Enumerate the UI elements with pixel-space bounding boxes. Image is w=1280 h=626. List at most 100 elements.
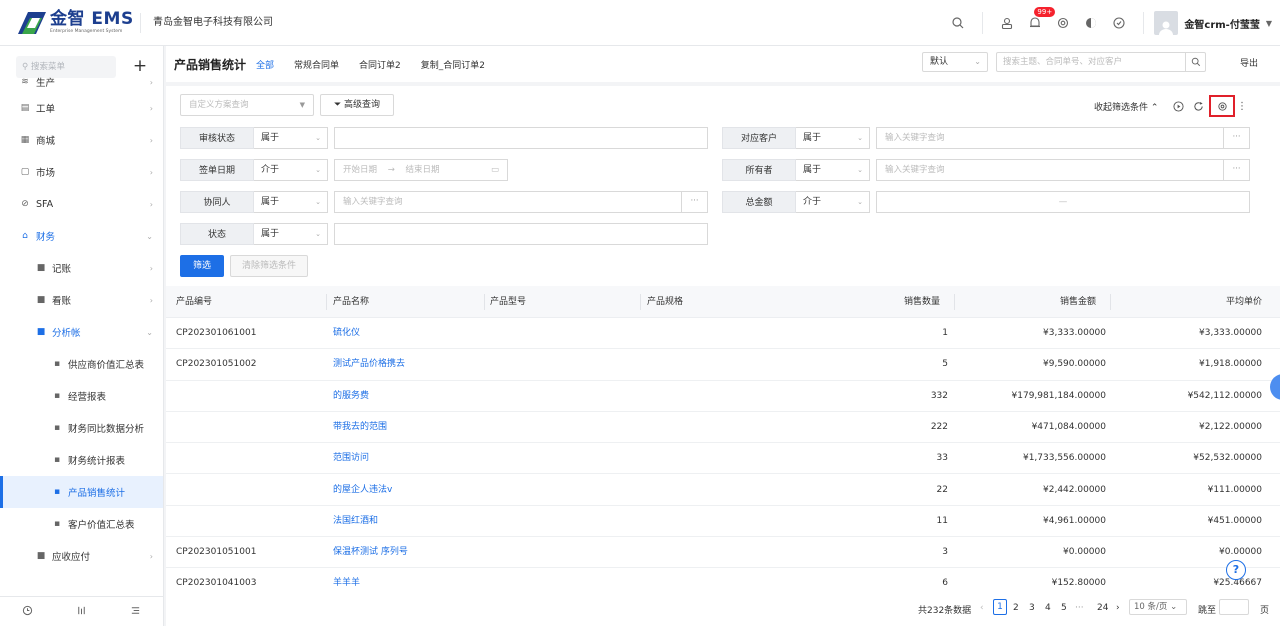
page-button-current[interactable]: 1	[993, 599, 1007, 615]
page-button[interactable]: 4	[1045, 603, 1051, 613]
logo[interactable]: 金智 EMS Enterprise Management System	[0, 0, 140, 46]
filter-operator-select[interactable]: 介于 ⌄	[254, 159, 328, 181]
filter-value-input[interactable]: 输入关键字查询 ···	[876, 159, 1250, 181]
column-header[interactable]: 销售数量	[798, 286, 940, 318]
filter-value-input[interactable]: 输入关键字查询 ···	[876, 127, 1250, 149]
product-name-link[interactable]: 范围访问	[333, 443, 369, 474]
search-icon[interactable]	[1185, 53, 1205, 71]
sidebar-item-workorder[interactable]: ▤ 工单 ›	[0, 92, 163, 124]
tab-regular-contract[interactable]: 常规合同单	[294, 58, 339, 71]
column-header[interactable]: 产品规格	[647, 286, 683, 318]
filter-operator-select[interactable]: 介于 ⌄	[796, 191, 870, 213]
refresh-icon[interactable]	[1192, 100, 1204, 112]
table-row[interactable]: CP202301051001 保温杯测试 序列号 3 ¥0.00000 ¥0.0…	[166, 537, 1280, 569]
play-icon[interactable]	[1172, 100, 1184, 112]
tab-all[interactable]: 全部	[256, 58, 274, 71]
filter-value-input[interactable]	[334, 127, 708, 149]
sidebar-item-yoy-analysis[interactable]: ▪ 财务同比数据分析	[0, 412, 163, 444]
more-vertical-icon[interactable]: ⋮	[1236, 100, 1248, 112]
tab-copy-contract-order2[interactable]: 复制_合同订单2	[421, 58, 485, 71]
sidebar-item-customer-value[interactable]: ▪ 客户价值汇总表	[0, 508, 163, 540]
table-row[interactable]: CP202301051002 测试产品价格携去 5 ¥9,590.00000 ¥…	[166, 349, 1280, 381]
page-button[interactable]: 3	[1029, 603, 1035, 613]
clear-filter-button[interactable]: 清除筛选条件	[230, 255, 308, 277]
table-row[interactable]: 带我去的范围 222 ¥471,084.00000 ¥2,122.00000	[166, 412, 1280, 444]
sidebar-item-production[interactable]: ≋ 生产 ›	[0, 72, 163, 92]
page-button[interactable]: 24	[1097, 603, 1108, 613]
sidebar-item-analysis[interactable]: ■ 分析帐 ⌄	[0, 316, 163, 348]
custom-query-select[interactable]: 自定义方案查询 ▼	[180, 94, 314, 116]
sidebar-item-receivable[interactable]: ■ 应收应付 ›	[0, 540, 163, 572]
export-button[interactable]: 导出	[1240, 56, 1258, 69]
product-name-link[interactable]: 羊羊羊	[333, 568, 360, 594]
topbar-search-input[interactable]: 搜索主题、合同单号、对应客户	[996, 52, 1206, 72]
filter-operator-select[interactable]: 属于 ⌄	[254, 223, 328, 245]
collapse-menu-icon[interactable]	[130, 605, 141, 619]
next-page-button[interactable]: ›	[1116, 603, 1120, 613]
column-header[interactable]: 产品型号	[490, 286, 526, 318]
product-name-link[interactable]: 的屋企人违法v	[333, 475, 392, 506]
filter-value-input[interactable]	[334, 223, 708, 245]
page-button[interactable]: 5	[1061, 603, 1067, 613]
help-icon[interactable]: ?	[1226, 560, 1246, 580]
filter-operator-select[interactable]: 属于 ⌄	[796, 159, 870, 181]
page-size-select[interactable]: 10 条/页 ⌄	[1129, 599, 1187, 615]
filter-operator-select[interactable]: 属于 ⌄	[254, 191, 328, 213]
product-name-link[interactable]: 法国红酒和	[333, 506, 378, 537]
table-row[interactable]: CP202301061001 硫化仪 1 ¥3,333.00000 ¥3,333…	[166, 318, 1280, 350]
page-ellipsis[interactable]: ···	[1075, 603, 1084, 613]
sidebar-item-supplier-value[interactable]: ▪ 供应商价值汇总表	[0, 348, 163, 380]
table-row[interactable]: 的服务费 332 ¥179,981,184.00000 ¥542,112.000…	[166, 381, 1280, 412]
sort-icon[interactable]	[76, 605, 87, 619]
search-icon[interactable]	[951, 16, 965, 30]
sales-qty: 222	[930, 421, 948, 432]
prev-page-button[interactable]: ‹	[980, 603, 984, 613]
sidebar-item-view-accounts[interactable]: ■ 看账 ›	[0, 284, 163, 316]
view-select[interactable]: 默认 ⌄	[922, 52, 988, 72]
sidebar-item-mall[interactable]: ▦ 商城 ›	[0, 124, 163, 156]
table-row[interactable]: CP202301041003 羊羊羊 6 ¥152.80000 ¥25.4666…	[166, 568, 1280, 596]
column-header[interactable]: 销售金额	[956, 286, 1096, 318]
amount-range-input[interactable]: —	[876, 191, 1250, 213]
sidebar-item-business-report[interactable]: ▪ 经营报表	[0, 380, 163, 412]
sidebar-item-bookkeeping[interactable]: ■ 记账 ›	[0, 252, 163, 284]
apply-filter-button[interactable]: 筛选	[180, 255, 224, 277]
page-button[interactable]: 2	[1013, 603, 1019, 613]
date-range-input[interactable]: 开始日期 → 结束日期 ▭	[334, 159, 508, 181]
collapse-filters-button[interactable]: 收起筛选条件 ⌃	[1094, 100, 1158, 113]
more-horizontal-icon[interactable]: ···	[1223, 128, 1249, 148]
bell-icon[interactable]: 99+	[1028, 7, 1056, 30]
filter-operator-select[interactable]: 属于 ⌄	[254, 127, 328, 149]
advanced-query-button[interactable]: ⏷ 高级查询	[320, 94, 394, 116]
table-row[interactable]: 法国红酒和 11 ¥4,961.00000 ¥451.00000	[166, 506, 1280, 538]
product-name-link[interactable]: 的服务费	[333, 381, 369, 412]
sidebar-item-product-sales[interactable]: ▪ 产品销售统计	[0, 476, 163, 508]
sidebar-item-sfa[interactable]: ⊘ SFA ›	[0, 188, 163, 220]
settings-icon[interactable]	[1216, 100, 1228, 112]
user-menu[interactable]: 金智crm-付莹莹 ▼	[1154, 11, 1280, 35]
filter-operator-select[interactable]: 属于 ⌄	[796, 127, 870, 149]
column-header[interactable]: 产品编号	[176, 286, 212, 318]
sidebar-item-finance[interactable]: ⌂ 财务 ⌄	[0, 220, 163, 252]
chevron-down-icon: ⌄	[857, 198, 863, 206]
settings-icon[interactable]	[1056, 16, 1070, 30]
table-row[interactable]: 的屋企人违法v 22 ¥2,442.00000 ¥111.00000	[166, 475, 1280, 506]
contacts-icon[interactable]	[1000, 16, 1014, 30]
jump-page-input[interactable]	[1219, 599, 1249, 615]
filter-value-input[interactable]: 输入关键字查询 ···	[334, 191, 708, 213]
more-horizontal-icon[interactable]: ···	[681, 192, 707, 212]
product-name-link[interactable]: 带我去的范围	[333, 412, 387, 443]
sidebar-item-market[interactable]: ▢ 市场 ›	[0, 156, 163, 188]
product-name-link[interactable]: 测试产品价格携去	[333, 349, 405, 380]
theme-icon[interactable]	[1084, 16, 1098, 30]
product-name-link[interactable]: 保温杯测试 序列号	[333, 537, 408, 568]
column-header[interactable]: 产品名称	[333, 286, 369, 318]
product-name-link[interactable]: 硫化仪	[333, 318, 360, 349]
shield-icon[interactable]	[1112, 16, 1126, 30]
history-icon[interactable]	[22, 605, 33, 619]
tab-contract-order2[interactable]: 合同订单2	[359, 58, 401, 71]
sidebar-item-finance-stats[interactable]: ▪ 财务统计报表	[0, 444, 163, 476]
column-header[interactable]: 平均单价	[1112, 286, 1262, 318]
table-row[interactable]: 范围访问 33 ¥1,733,556.00000 ¥52,532.00000	[166, 443, 1280, 475]
more-horizontal-icon[interactable]: ···	[1223, 160, 1249, 180]
